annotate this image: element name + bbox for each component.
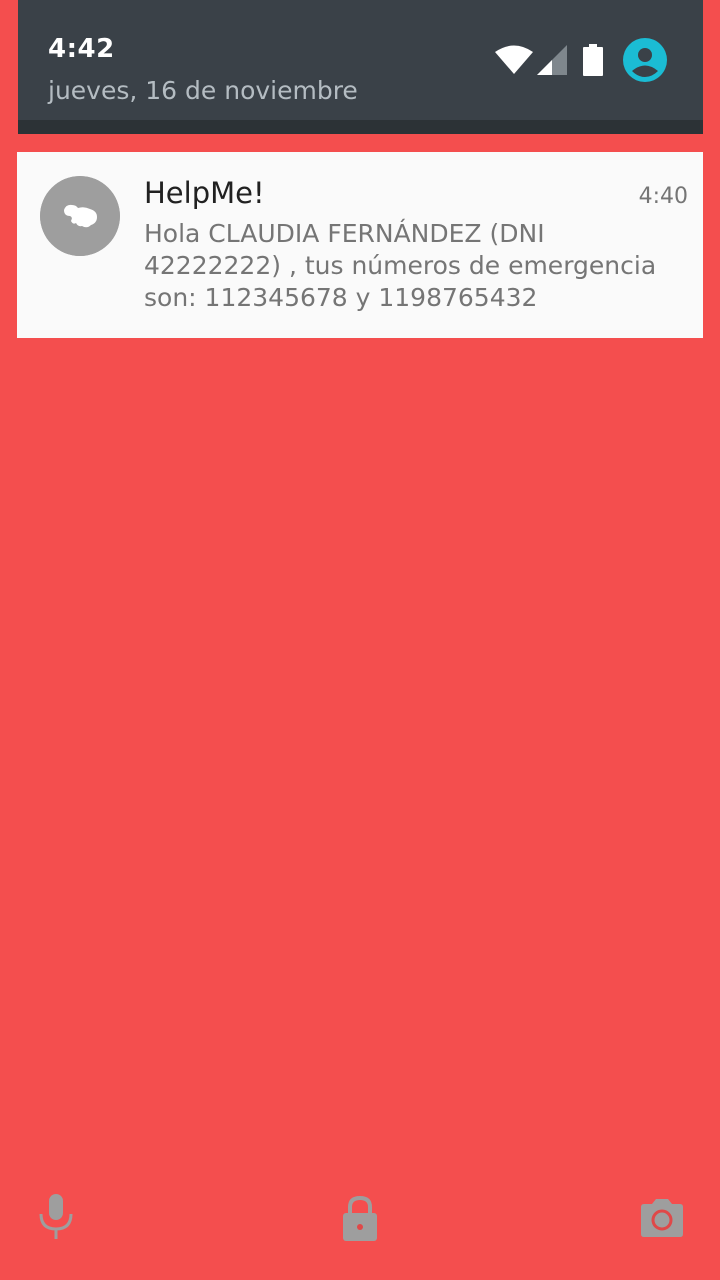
quick-settings-header[interactable]: 4:42 jueves, 16 de noviembre — [18, 0, 703, 120]
helpme-app-icon — [40, 176, 120, 256]
battery-icon — [583, 44, 603, 76]
notification-title: HelpMe! — [144, 176, 265, 210]
notification-card[interactable]: HelpMe! 4:40 Hola CLAUDIA FERNÁNDEZ (DNI… — [17, 152, 703, 338]
clock: 4:42 — [48, 34, 115, 64]
camera-icon[interactable] — [640, 1198, 684, 1242]
lockscreen: 4:42 jueves, 16 de noviembre HelpMe! 4:4… — [0, 0, 720, 1280]
date: jueves, 16 de noviembre — [48, 76, 358, 105]
status-icons — [495, 38, 667, 82]
notification-text: Hola CLAUDIA FERNÁNDEZ (DNI 42222222) , … — [144, 219, 657, 312]
wifi-icon — [495, 45, 533, 75]
signal-icon — [537, 45, 567, 75]
header-shadow — [18, 120, 703, 134]
lock-icon[interactable] — [340, 1195, 380, 1246]
mic-icon[interactable] — [38, 1194, 74, 1244]
account-icon[interactable] — [623, 38, 667, 82]
notification-time: 4:40 — [638, 184, 688, 209]
